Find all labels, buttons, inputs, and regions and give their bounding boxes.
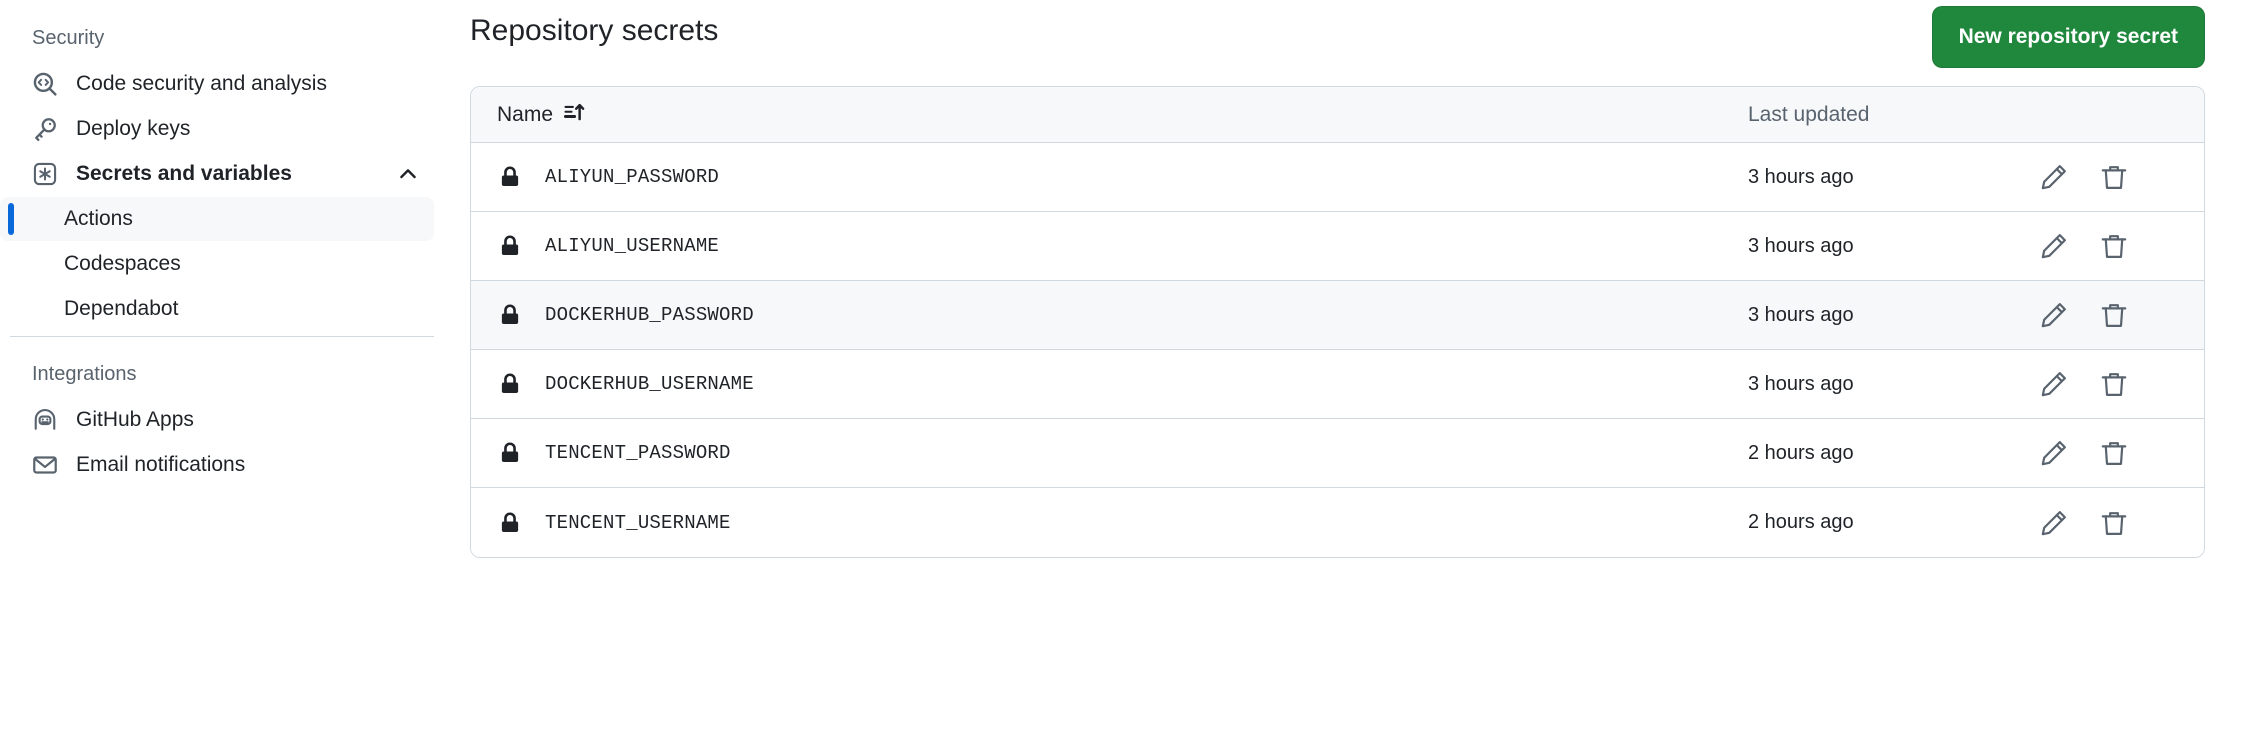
pencil-icon[interactable] — [2038, 437, 2070, 469]
sort-ascending-icon[interactable] — [563, 101, 585, 129]
sidebar-item-label: GitHub Apps — [76, 408, 194, 431]
code-scan-icon — [32, 71, 58, 97]
trash-icon[interactable] — [2098, 161, 2130, 193]
mail-icon — [32, 452, 58, 478]
lock-icon — [497, 440, 523, 466]
sidebar-subitem-label: Actions — [64, 207, 133, 230]
secret-name: TENCENT_USERNAME — [545, 511, 731, 534]
sidebar-item-codespaces[interactable]: Codespaces — [0, 242, 434, 286]
key-icon — [32, 116, 58, 142]
lock-icon — [497, 164, 523, 190]
secret-name: DOCKERHUB_PASSWORD — [545, 304, 754, 326]
settings-sidebar: Security Code security and analysis Depl… — [0, 0, 448, 756]
main-content: Repository secrets New repository secret… — [448, 0, 2241, 756]
sidebar-item-email-notifications[interactable]: Email notifications — [0, 443, 434, 487]
page-title: Repository secrets — [470, 14, 719, 47]
trash-icon[interactable] — [2098, 299, 2130, 331]
secret-name-cell: DOCKERHUB_USERNAME — [497, 371, 754, 397]
secret-row-actions — [2038, 368, 2178, 400]
secret-last-updated: 3 hours ago — [1748, 372, 1854, 395]
table-row[interactable]: ALIYUN_PASSWORD 3 hours ago — [471, 143, 2204, 212]
table-row[interactable]: TENCENT_USERNAME 2 hours ago — [471, 488, 2204, 557]
lock-icon — [497, 510, 523, 536]
sidebar-item-github-apps[interactable]: GitHub Apps — [0, 398, 434, 442]
sidebar-item-label: Secrets and variables — [76, 162, 292, 185]
page-header: Repository secrets New repository secret — [470, 0, 2205, 86]
sidebar-item-deploy-keys[interactable]: Deploy keys — [0, 107, 434, 151]
settings-page: Security Code security and analysis Depl… — [0, 0, 2241, 756]
secret-row-actions — [2038, 161, 2178, 193]
secret-last-updated: 3 hours ago — [1748, 234, 1854, 257]
sidebar-divider — [10, 336, 434, 337]
secret-name-cell: ALIYUN_PASSWORD — [497, 164, 719, 190]
pencil-icon[interactable] — [2038, 299, 2070, 331]
column-header-name-label: Name — [497, 102, 554, 126]
lock-icon — [497, 371, 523, 397]
column-header-name[interactable]: Name — [497, 101, 585, 129]
sidebar-item-actions[interactable]: Actions — [0, 197, 434, 241]
secret-row-actions — [2038, 230, 2178, 262]
pencil-icon[interactable] — [2038, 368, 2070, 400]
secret-last-updated: 2 hours ago — [1748, 441, 1854, 464]
secret-name: DOCKERHUB_USERNAME — [545, 373, 754, 395]
secret-name: ALIYUN_PASSWORD — [545, 166, 720, 188]
chevron-up-icon[interactable] — [396, 162, 420, 186]
trash-icon[interactable] — [2098, 368, 2130, 400]
lock-icon — [497, 233, 523, 259]
pencil-icon[interactable] — [2038, 507, 2070, 539]
pencil-icon[interactable] — [2038, 161, 2070, 193]
sidebar-section-security-title: Security — [32, 27, 105, 49]
trash-icon[interactable] — [2098, 437, 2130, 469]
table-row[interactable]: TENCENT_PASSWORD 2 hours ago — [471, 419, 2204, 488]
secret-name-cell: TENCENT_USERNAME — [497, 510, 731, 536]
secret-name-cell: TENCENT_PASSWORD — [497, 440, 731, 466]
secret-row-actions — [2038, 299, 2178, 331]
trash-icon[interactable] — [2098, 230, 2130, 262]
lock-icon — [497, 302, 523, 328]
secret-last-updated: 3 hours ago — [1748, 303, 1854, 326]
sidebar-item-dependabot[interactable]: Dependabot — [0, 287, 434, 331]
column-header-last-updated: Last updated — [1748, 102, 1870, 126]
table-header-row: Name Last updated — [471, 87, 2204, 143]
sidebar-item-label: Deploy keys — [76, 117, 191, 140]
sidebar-section-integrations-title: Integrations — [32, 363, 137, 385]
secret-name: ALIYUN_USERNAME — [545, 235, 720, 257]
secret-name: TENCENT_PASSWORD — [545, 442, 731, 464]
pencil-icon[interactable] — [2038, 230, 2070, 262]
table-row[interactable]: ALIYUN_USERNAME 3 hours ago — [471, 212, 2204, 281]
sidebar-item-label: Email notifications — [76, 453, 246, 476]
secret-last-updated: 2 hours ago — [1748, 511, 1854, 533]
secret-last-updated: 3 hours ago — [1748, 165, 1854, 188]
sidebar-subitem-label: Codespaces — [64, 252, 181, 275]
trash-icon[interactable] — [2098, 507, 2130, 539]
table-row[interactable]: DOCKERHUB_PASSWORD 3 hours ago — [471, 281, 2204, 350]
secret-row-actions — [2038, 437, 2178, 469]
sidebar-item-label: Code security and analysis — [76, 72, 327, 95]
table-row[interactable]: DOCKERHUB_USERNAME 3 hours ago — [471, 350, 2204, 419]
secret-name-cell: DOCKERHUB_PASSWORD — [497, 302, 754, 328]
asterisk-box-icon — [32, 161, 58, 187]
sidebar-item-secrets-and-variables[interactable]: Secrets and variables — [0, 152, 434, 196]
secret-row-actions — [2038, 507, 2178, 539]
new-repository-secret-button[interactable]: New repository secret — [1931, 6, 2205, 68]
apps-robot-icon — [32, 407, 58, 433]
sidebar-subitem-label: Dependabot — [64, 297, 179, 320]
secret-name-cell: ALIYUN_USERNAME — [497, 233, 719, 259]
secrets-table: Name Last updated ALIYUN_PASSWORD 3 hour… — [470, 86, 2205, 558]
sidebar-item-code-security-and-analysis[interactable]: Code security and analysis — [0, 62, 434, 106]
